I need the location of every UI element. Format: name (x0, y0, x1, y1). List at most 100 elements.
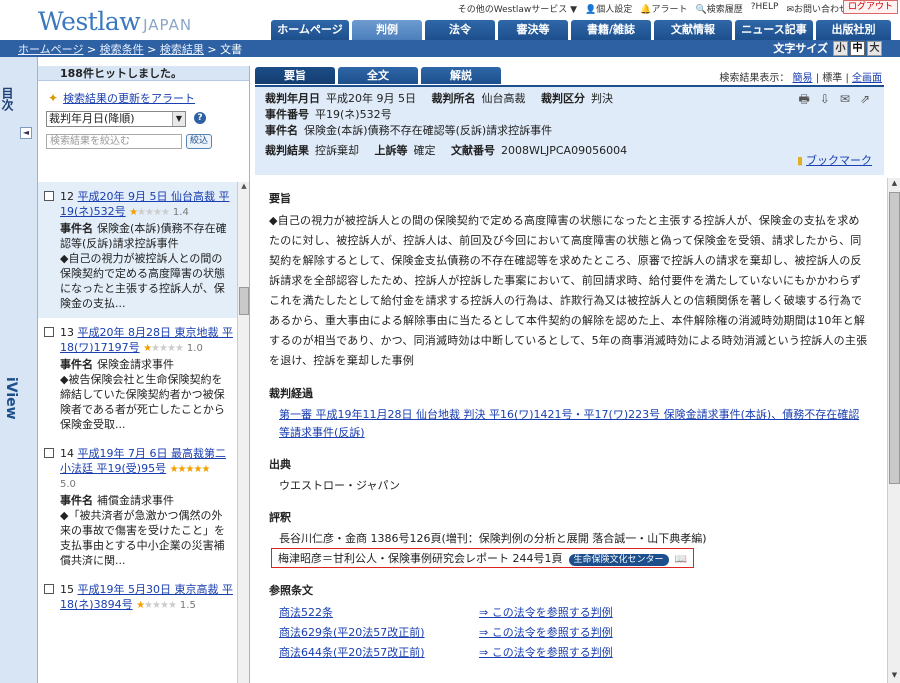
logout-button[interactable]: ログアウト (842, 0, 898, 14)
alert-bell-icon: ✦ (48, 91, 59, 105)
result-item[interactable]: 13 平成20年 8月28日 東京地裁 平18(ワ)17197号 ★★★★★ 1.… (38, 318, 237, 439)
meta-type: 判決 (591, 92, 613, 105)
rating-score: 1.0 (186, 343, 203, 354)
rating-score: 5.0 (60, 479, 76, 490)
nav-tab-statutes[interactable]: 法令 (425, 20, 495, 40)
scroll-up-arrow-icon[interactable]: ▲ (239, 182, 249, 192)
search-history-link[interactable]: 🔍検索履歴 (696, 2, 743, 15)
font-size-control: 文字サイズ 小 中 大 (773, 40, 882, 56)
download-icon[interactable]: ⇩ (820, 91, 830, 107)
personal-settings-link[interactable]: 👤個人設定 (585, 2, 632, 15)
mail-icon: ✉ (786, 5, 794, 15)
bookmark-label: ブックマーク (806, 154, 872, 167)
breadcrumb-search-results[interactable]: 検索結果 (160, 43, 204, 56)
results-alert-link[interactable]: 検索結果の更新をアラート (63, 90, 195, 106)
statute-link[interactable]: 商法522条 (279, 603, 449, 623)
filter-input[interactable]: 検索結果を絞込む (46, 134, 182, 149)
tab-fulltext[interactable]: 全文 (338, 67, 418, 84)
citing-cases-link[interactable]: ⇒ この法令を参照する判例 (479, 623, 613, 643)
sort-select-value: 裁判年月日(降順) (49, 112, 135, 125)
scroll-down-arrow-icon[interactable]: ▼ (889, 671, 900, 682)
bell-icon: 🔔 (640, 5, 652, 15)
print-icon[interactable]: 🖶 (798, 91, 809, 107)
summary-section: 要旨 ◆自己の視力が被控訴人との間の保険契約で定める高度障害の状態になったと主張… (269, 190, 870, 371)
sort-help-icon[interactable]: ? (194, 112, 206, 124)
alert-link[interactable]: 🔔アラート (640, 2, 687, 15)
citing-cases-link[interactable]: ⇒ この法令を参照する判例 (479, 643, 613, 663)
other-services-link[interactable]: その他のWestlawサービス ▼ (458, 2, 577, 15)
commentary-1: 長谷川仁彦・金商 1386号126頁(増刊：保険判例の分析と展開 落合誠一・山下… (279, 532, 707, 545)
display-mode-simple[interactable]: 簡易 (793, 73, 813, 84)
rating-stars: ★★★★★ (143, 343, 184, 354)
commentary-2: 梅津昭彦＝甘利公人・保険事例研究会レポート 244号1頁 (278, 552, 563, 565)
source-heading: 出典 (269, 458, 291, 471)
result-checkbox[interactable] (44, 191, 54, 201)
filter-button[interactable]: 絞込 (186, 134, 212, 149)
meta-case-name: 保険金(本訴)債務不存在確認等(反訴)請求控訴事件 (304, 124, 553, 137)
source-section: 出典 ウエストロー・ジャパン (269, 456, 870, 495)
rating-score: 1.4 (172, 207, 189, 218)
meta-appeal-label: 上訴等 (374, 144, 408, 157)
first-instance-link[interactable]: 第一審 平成19年11月28日 仙台地裁 判決 平16(ワ)1421号・平17(… (279, 408, 859, 439)
rating-stars: ★★★★★ (169, 464, 211, 475)
collapse-arrow-icon[interactable]: ◄ (20, 127, 32, 139)
contact-link[interactable]: ✉お問い合わせ (786, 2, 848, 15)
commentary-section: 評釈 長谷川仁彦・金商 1386号126頁(増刊：保険判例の分析と展開 落合誠一… (269, 509, 870, 568)
tab-commentary[interactable]: 解説 (421, 67, 501, 84)
references-section: 参照条文 商法522条 ⇒ この法令を参照する判例 商法629条(平20法57改… (269, 582, 870, 663)
sort-select[interactable]: 裁判年月日(降順) ▼ (46, 111, 186, 127)
westlaw-logo[interactable]: Westlaw JAPAN (38, 7, 192, 36)
tab-summary[interactable]: 要旨 (255, 67, 335, 84)
breadcrumb-bar: ホームページ > 検索条件 > 検索結果 > 文書 文字サイズ 小 中 大 (0, 40, 900, 57)
magnifier-icon: 🔍 (695, 5, 707, 15)
help-link[interactable]: ?HELP (751, 2, 779, 15)
statute-link[interactable]: 商法629条(平20法57改正前) (279, 623, 449, 643)
results-scroll-thumb[interactable] (239, 287, 249, 315)
document-scroll-thumb[interactable] (889, 192, 900, 484)
commentary-source-badge[interactable]: 生命保険文化センター (568, 554, 669, 566)
scroll-up-arrow-icon[interactable]: ▲ (889, 179, 900, 190)
breadcrumb-search-conditions[interactable]: 検索条件 (100, 43, 144, 56)
left-sidebar-strip: 目次 ◄ iView (0, 57, 38, 683)
font-size-medium[interactable]: 中 (850, 40, 865, 56)
result-item[interactable]: 15 平成19年 5月30日 東京高裁 平18(ネ)3894号 ★★★★★ 1.5 (38, 575, 237, 620)
results-scrollbar[interactable]: ▲ (237, 182, 249, 683)
result-checkbox[interactable] (44, 448, 54, 458)
result-item[interactable]: 14 平成19年 7月 6日 最高裁第二小法廷 平19(受)95号 ★★★★★ … (38, 439, 237, 575)
header: Westlaw JAPAN その他のWestlawサービス ▼ 👤個人設定 🔔アラ… (0, 0, 900, 40)
display-mode-standard: 標準 (822, 73, 843, 84)
meta-result: 控訴棄却 (315, 144, 359, 157)
result-checkbox[interactable] (44, 584, 54, 594)
document-metadata: 裁判年月日 平成20年 9月 5日 裁判所名 仙台高裁 裁判区分 判決 事件番号 平19… (255, 85, 884, 175)
mail-icon[interactable]: ✉ (840, 91, 850, 107)
font-size-small[interactable]: 小 (833, 40, 848, 56)
nav-tab-news[interactable]: ニュース記事 (735, 20, 813, 40)
summary-text: ◆自己の視力が被控訴人との間の保険契約で定める高度障害の状態になったと主張する控… (269, 214, 868, 367)
citing-cases-link[interactable]: ⇒ この法令を参照する判例 (479, 603, 613, 623)
nav-tab-literature[interactable]: 文献情報 (654, 20, 732, 40)
font-size-label: 文字サイズ (773, 42, 828, 55)
statute-link[interactable]: 商法644条(平20法57改正前) (279, 643, 449, 663)
book-icon[interactable]: 📖 (675, 554, 687, 565)
result-item[interactable]: 12 平成20年 9月 5日 仙台高裁 平19(ネ)532号 ★★★★★ 1.4 … (38, 182, 237, 318)
font-size-large[interactable]: 大 (867, 40, 882, 56)
meta-court-label: 裁判所名 (431, 92, 476, 105)
chevron-down-icon: ▼ (172, 112, 185, 126)
reference-row: 商法644条(平20法57改正前) ⇒ この法令を参照する判例 (269, 643, 870, 663)
popout-icon[interactable]: ⇗ (860, 91, 870, 107)
nav-tab-decisions[interactable]: 審決等 (498, 20, 568, 40)
bookmark-link[interactable]: ▮ ブックマーク (797, 153, 872, 169)
nav-tab-books-journals[interactable]: 書籍/雑誌 (571, 20, 651, 40)
meta-number: 平19(ネ)532号 (315, 108, 392, 121)
iview-tab[interactable]: iView (3, 377, 19, 420)
document-scrollbar[interactable]: ▲ ▼ (887, 178, 900, 683)
bookmark-icon: ▮ (796, 154, 803, 167)
display-mode-fullscreen[interactable]: 全画面 (852, 73, 882, 84)
display-mode-switch: 検索結果表示： 簡易 | 標準 | 全画面 (719, 73, 882, 84)
nav-tab-home[interactable]: ホームページ (271, 20, 349, 40)
toc-tab[interactable]: 目次 (0, 87, 16, 111)
nav-tab-publishers[interactable]: 出版社別 (816, 20, 891, 40)
nav-tab-cases[interactable]: 判例 (352, 20, 422, 40)
breadcrumb-home[interactable]: ホームページ (18, 43, 83, 56)
result-checkbox[interactable] (44, 327, 54, 337)
